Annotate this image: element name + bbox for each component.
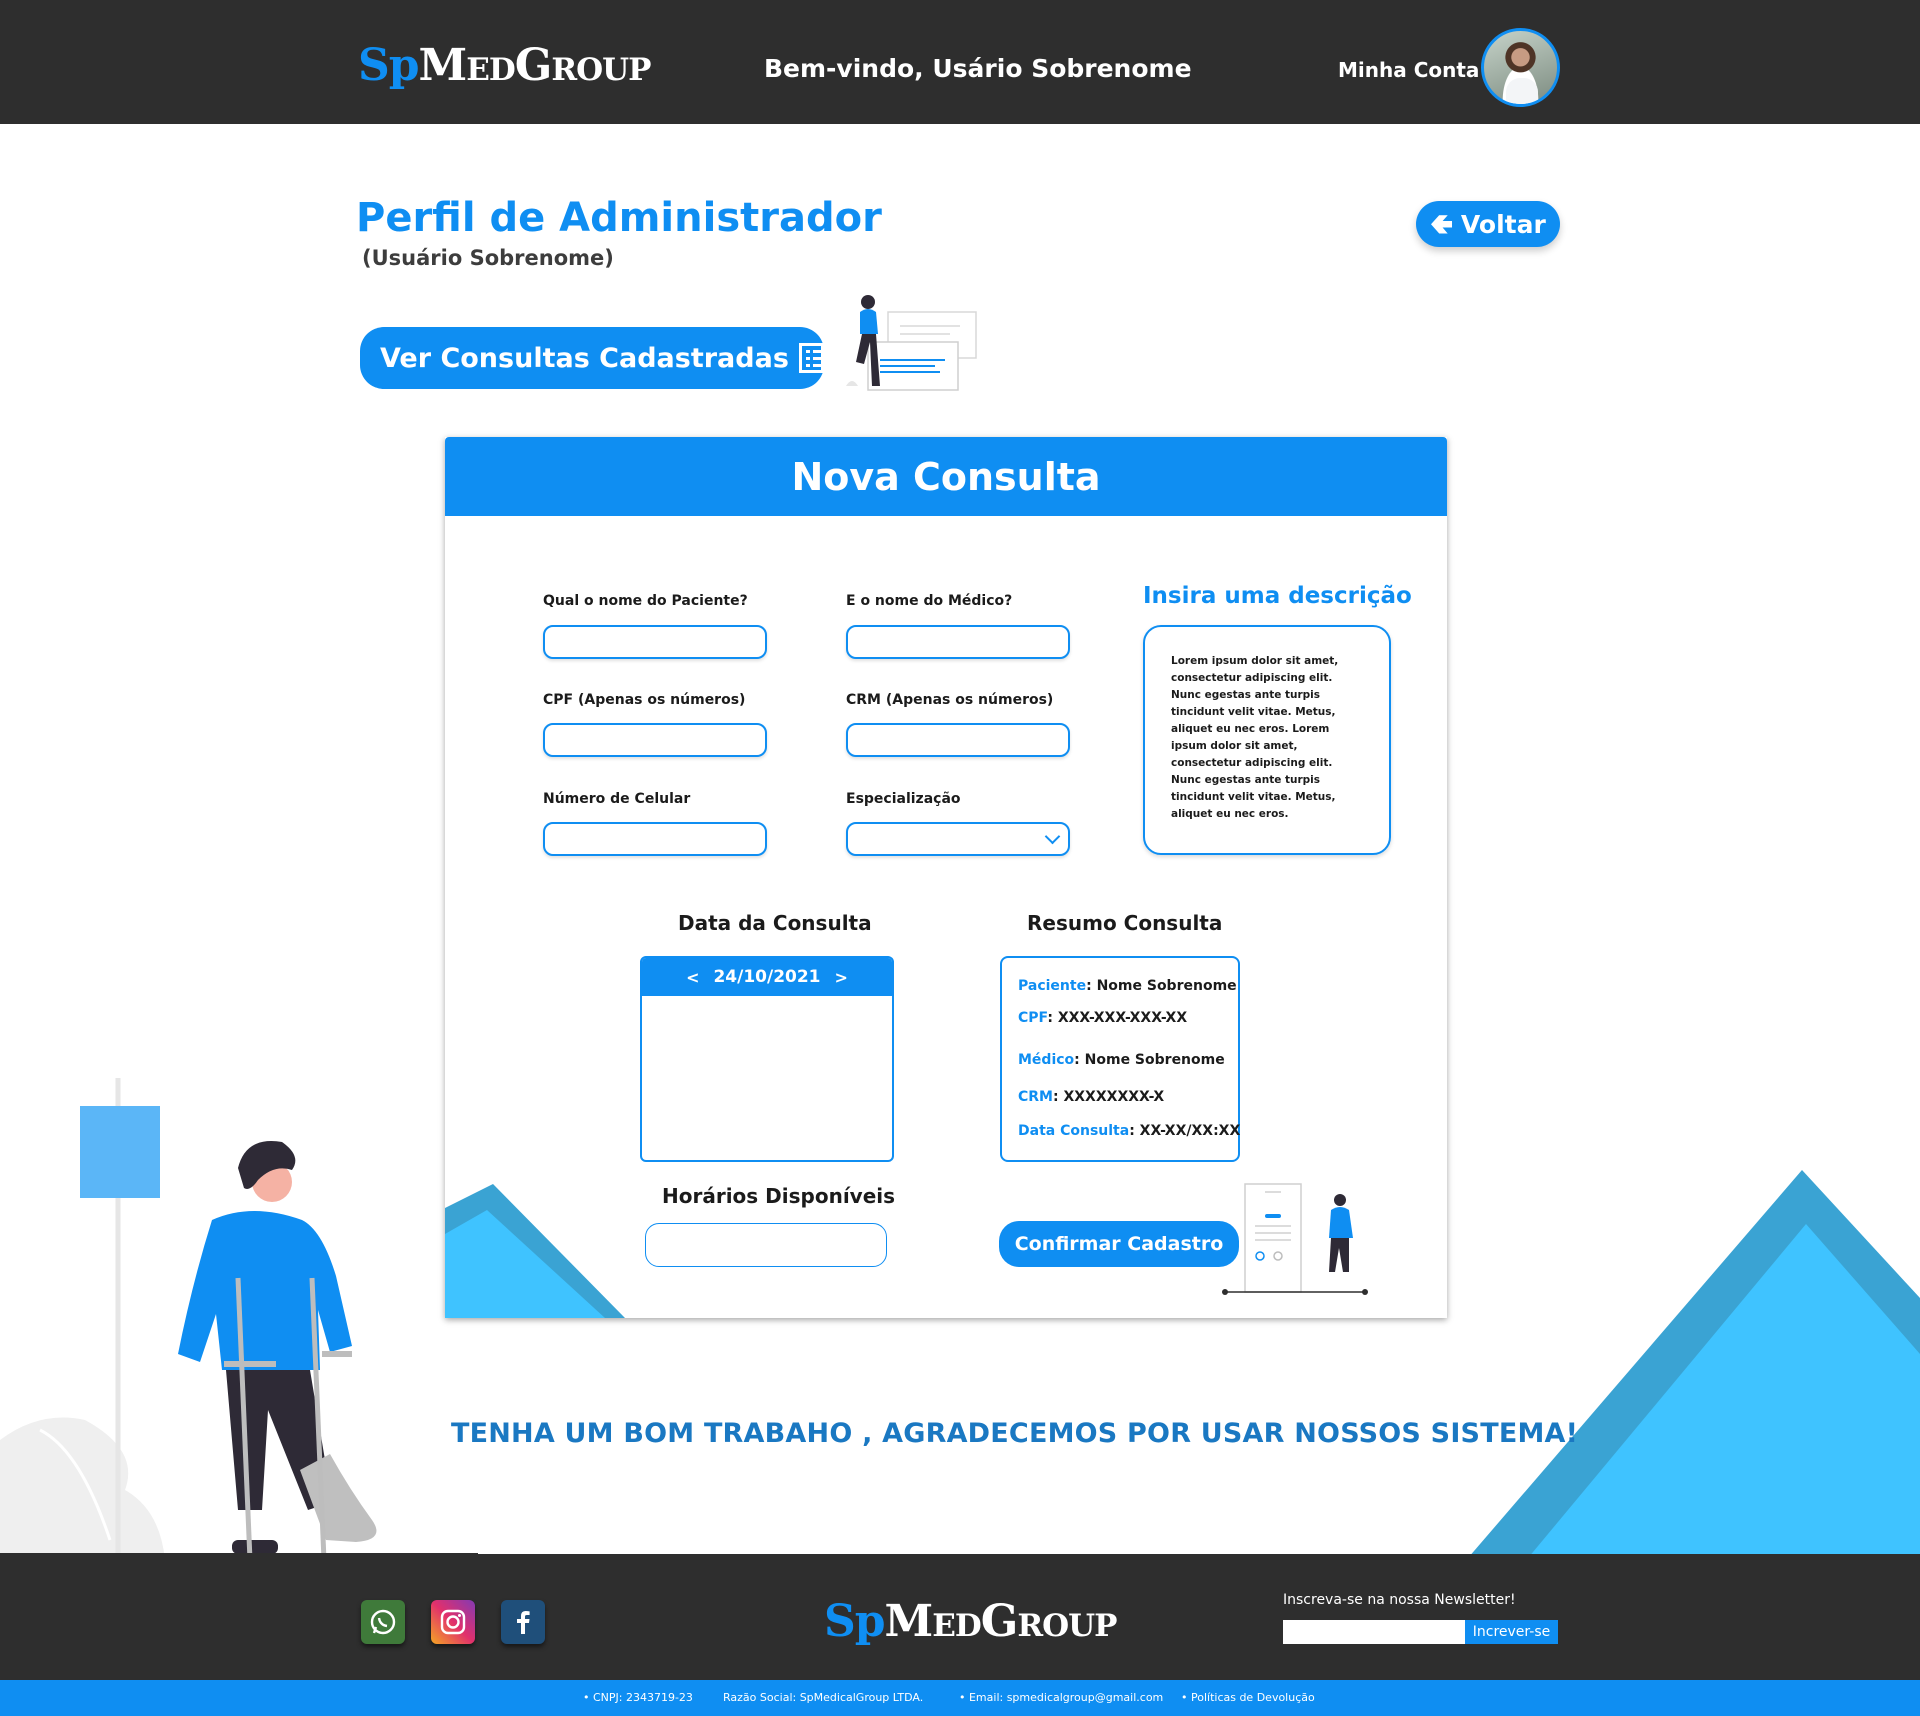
date-picker[interactable]: < 24/10/2021 >: [640, 956, 894, 1162]
summary-title: Resumo Consulta: [1027, 911, 1223, 935]
description-title: Insira uma descrição: [1143, 583, 1412, 609]
available-times-select[interactable]: [645, 1223, 887, 1267]
phone-label: Número de Celular: [543, 791, 691, 807]
crm-input[interactable]: [846, 723, 1070, 757]
patient-on-crutches-illustration: [0, 1078, 478, 1560]
available-times-title: Horários Disponíveis: [662, 1184, 896, 1208]
description-textarea[interactable]: Lorem ipsum dolor sit amet, consectetur …: [1143, 625, 1391, 855]
facebook-icon[interactable]: [501, 1600, 545, 1644]
summary-patient-key: Paciente: [1018, 978, 1087, 994]
footer-return-policy-link[interactable]: • Políticas de Devolução: [1181, 1691, 1315, 1704]
summary-doctor-key: Médico: [1018, 1052, 1075, 1068]
blue-mountain-decoration: [1468, 1170, 1920, 1558]
my-account-link[interactable]: Minha Conta: [1338, 58, 1479, 82]
confirm-illustration: [1222, 1183, 1368, 1295]
specialization-label: Especialização: [846, 791, 961, 807]
patient-name-label: Qual o nome do Paciente?: [543, 593, 748, 609]
bottom-info-bar: • CNPJ: 2343719-23 Razão Social: SpMedic…: [0, 1680, 1920, 1716]
page-subtitle: (Usuário Sobrenome): [362, 246, 614, 270]
footer-cnpj: • CNPJ: 2343719-23: [583, 1691, 693, 1704]
header-logo[interactable]: SpMedGroup: [358, 40, 652, 91]
footer: SpMedGroup Inscreva-se na nossa Newslett…: [0, 1554, 1920, 1680]
summary-patient: Paciente: Nome Sobrenome: [1018, 978, 1237, 994]
doctor-name-input[interactable]: [846, 625, 1070, 659]
summary-date-value: : XX-XX/XX:XX: [1129, 1123, 1241, 1139]
summary-cpf-value: : XXX-XXX-XXX-XX: [1047, 1010, 1188, 1026]
patient-name-input[interactable]: [543, 625, 767, 659]
arrow-left-icon: 🢀: [1430, 207, 1453, 240]
summary-date: Data Consulta: XX-XX/XX:XX: [1018, 1123, 1240, 1139]
newsletter-subscribe-button[interactable]: Increver-se: [1465, 1620, 1558, 1644]
confirm-registration-button[interactable]: Confirmar Cadastro: [999, 1221, 1239, 1267]
summary-crm-value: : XXXXXXXX-X: [1053, 1089, 1165, 1105]
cpf-input[interactable]: [543, 723, 767, 757]
date-title: Data da Consulta: [678, 911, 872, 935]
next-date-button[interactable]: >: [835, 968, 848, 987]
cpf-label: CPF (Apenas os números): [543, 692, 746, 708]
summary-doctor-value: : Nome Sobrenome: [1074, 1052, 1225, 1068]
footer-logo-sp: Sp: [824, 1596, 886, 1647]
top-header: SpMedGroup Bem-vindo, Usário Sobrenome M…: [0, 0, 1920, 124]
back-button[interactable]: 🢀 Voltar: [1416, 201, 1560, 247]
summary-patient-value: : Nome Sobrenome: [1086, 978, 1237, 994]
summary-cpf-key: CPF: [1018, 1010, 1048, 1026]
doctor-name-label: E o nome do Médico?: [846, 593, 1013, 609]
phone-input[interactable]: [543, 822, 767, 856]
specialization-select[interactable]: [846, 822, 1070, 856]
crm-label: CRM (Apenas os números): [846, 692, 1054, 708]
summary-crm: CRM: XXXXXXXX-X: [1018, 1089, 1164, 1105]
summary-crm-key: CRM: [1018, 1089, 1053, 1105]
welcome-text: Bem-vindo, Usário Sobrenome: [764, 54, 1192, 83]
view-appointments-button[interactable]: Ver Consultas Cadastradas: [360, 327, 824, 389]
documents-illustration: [846, 295, 977, 391]
newsletter-email-input[interactable]: [1283, 1620, 1465, 1644]
footer-logo-medgroup: MedGroup: [884, 1596, 1118, 1647]
logo-sp: Sp: [358, 40, 420, 91]
description-text: Lorem ipsum dolor sit amet, consectetur …: [1171, 655, 1339, 820]
prev-date-button[interactable]: <: [686, 968, 699, 987]
card-title: Nova Consulta: [445, 437, 1447, 516]
avatar-coat: [1506, 78, 1538, 104]
thank-you-message: TENHA UM BOM TRABAHO , AGRADECEMOS POR U…: [451, 1418, 1579, 1449]
footer-email[interactable]: • Email: spmedicalgroup@gmail.com: [959, 1691, 1163, 1704]
card-corner-decoration: [445, 1184, 625, 1318]
newsletter-label: Inscreva-se na nossa Newsletter!: [1283, 1592, 1516, 1608]
summary-doctor: Médico: Nome Sobrenome: [1018, 1052, 1225, 1068]
page-title: Perfil de Administrador: [356, 195, 882, 241]
avatar[interactable]: [1481, 28, 1560, 107]
chevron-down-icon: [1044, 828, 1061, 845]
footer-razao-social: Razão Social: SpMedicalGroup LTDA.: [723, 1691, 924, 1704]
date-picker-header: < 24/10/2021 >: [642, 958, 892, 996]
new-appointment-card: Nova Consulta Qual o nome do Paciente? C…: [445, 437, 1447, 1318]
summary-cpf: CPF: XXX-XXX-XXX-XX: [1018, 1010, 1187, 1026]
back-button-label: Voltar: [1460, 209, 1546, 239]
view-appointments-label: Ver Consultas Cadastradas: [380, 342, 789, 374]
appointment-summary: Paciente: Nome Sobrenome CPF: XXX-XXX-XX…: [1000, 956, 1240, 1162]
footer-logo[interactable]: SpMedGroup: [824, 1596, 1118, 1647]
selected-date: 24/10/2021: [713, 967, 821, 987]
whatsapp-icon[interactable]: [361, 1600, 405, 1644]
logo-medgroup: MedGroup: [418, 40, 652, 91]
summary-date-key: Data Consulta: [1018, 1123, 1130, 1139]
instagram-icon[interactable]: [431, 1600, 475, 1644]
